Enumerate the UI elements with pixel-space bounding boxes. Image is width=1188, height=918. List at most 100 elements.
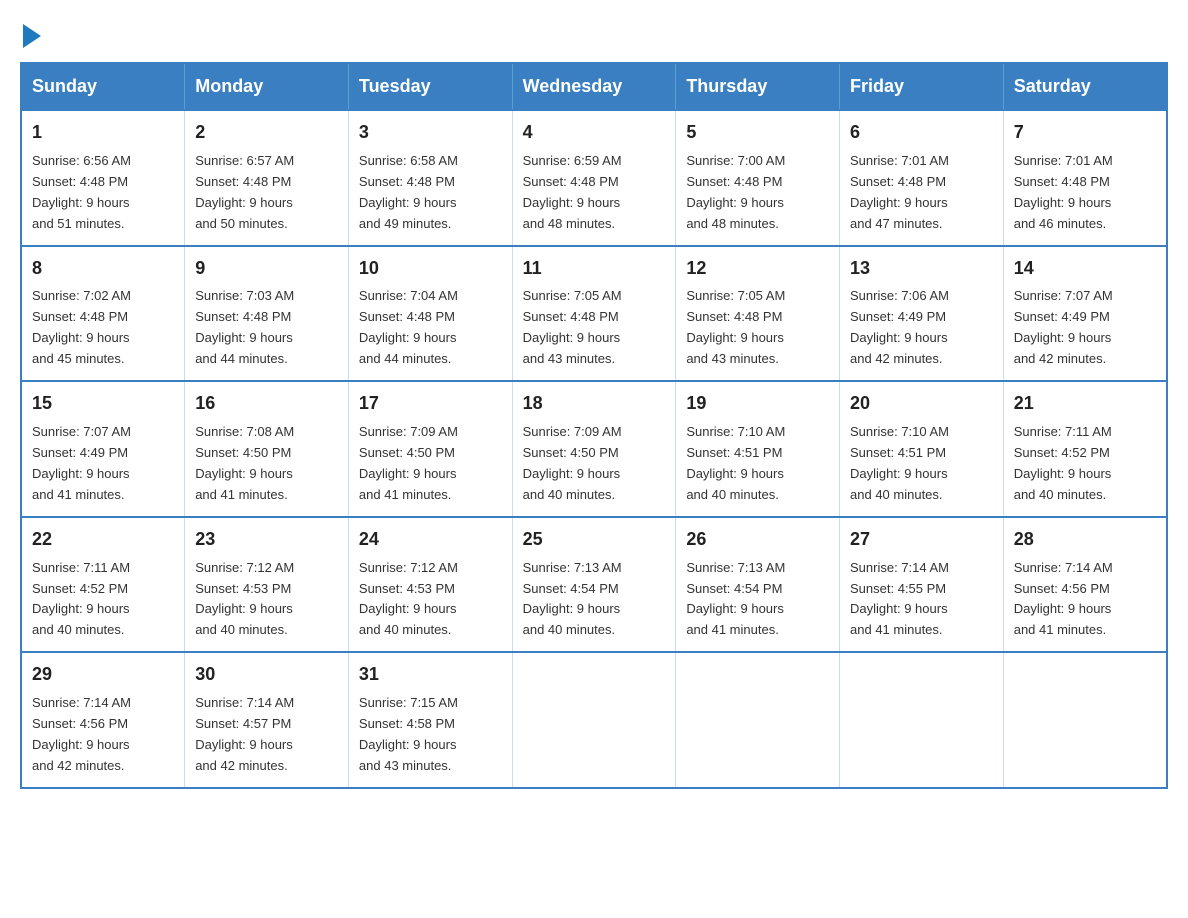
day-number: 16 bbox=[195, 390, 338, 418]
calendar-day-cell: 11Sunrise: 7:05 AMSunset: 4:48 PMDayligh… bbox=[512, 246, 676, 382]
day-info: Sunrise: 7:11 AMSunset: 4:52 PMDaylight:… bbox=[32, 560, 130, 638]
day-info: Sunrise: 7:12 AMSunset: 4:53 PMDaylight:… bbox=[359, 560, 458, 638]
calendar-header-wednesday: Wednesday bbox=[512, 63, 676, 110]
day-info: Sunrise: 7:09 AMSunset: 4:50 PMDaylight:… bbox=[359, 424, 458, 502]
calendar-day-cell: 20 Sunrise: 7:10 AMSunset: 4:51 PMDayligh… bbox=[840, 381, 1004, 517]
logo bbox=[20, 20, 41, 42]
day-number: 14 bbox=[1014, 255, 1156, 283]
calendar-day-cell: 25Sunrise: 7:13 AMSunset: 4:54 PMDayligh… bbox=[512, 517, 676, 653]
calendar-day-cell bbox=[676, 652, 840, 788]
calendar-day-cell: 6 Sunrise: 7:01 AMSunset: 4:48 PMDaylight… bbox=[840, 110, 1004, 246]
day-number: 10 bbox=[359, 255, 502, 283]
calendar-day-cell: 18 Sunrise: 7:09 AMSunset: 4:50 PMDayligh… bbox=[512, 381, 676, 517]
day-number: 5 bbox=[686, 119, 829, 147]
calendar-day-cell: 27 Sunrise: 7:14 AMSunset: 4:55 PMDayligh… bbox=[840, 517, 1004, 653]
day-info: Sunrise: 6:59 AMSunset: 4:48 PMDaylight:… bbox=[523, 153, 622, 231]
day-info: Sunrise: 7:15 AMSunset: 4:58 PMDaylight:… bbox=[359, 695, 458, 773]
day-info: Sunrise: 7:14 AMSunset: 4:56 PMDaylight:… bbox=[1014, 560, 1113, 638]
day-info: Sunrise: 7:09 AMSunset: 4:50 PMDaylight:… bbox=[523, 424, 622, 502]
calendar-day-cell: 17Sunrise: 7:09 AMSunset: 4:50 PMDayligh… bbox=[348, 381, 512, 517]
day-number: 18 bbox=[523, 390, 666, 418]
day-number: 12 bbox=[686, 255, 829, 283]
calendar-header-thursday: Thursday bbox=[676, 63, 840, 110]
calendar-day-cell: 30 Sunrise: 7:14 AMSunset: 4:57 PMDayligh… bbox=[185, 652, 349, 788]
calendar-day-cell bbox=[840, 652, 1004, 788]
day-info: Sunrise: 7:12 AMSunset: 4:53 PMDaylight:… bbox=[195, 560, 294, 638]
day-number: 1 bbox=[32, 119, 174, 147]
calendar-week-row: 22 Sunrise: 7:11 AMSunset: 4:52 PMDayligh… bbox=[21, 517, 1167, 653]
calendar-day-cell: 9 Sunrise: 7:03 AMSunset: 4:48 PMDaylight… bbox=[185, 246, 349, 382]
day-info: Sunrise: 7:14 AMSunset: 4:57 PMDaylight:… bbox=[195, 695, 294, 773]
day-info: Sunrise: 7:08 AMSunset: 4:50 PMDaylight:… bbox=[195, 424, 294, 502]
day-info: Sunrise: 6:58 AMSunset: 4:48 PMDaylight:… bbox=[359, 153, 458, 231]
calendar-day-cell: 21Sunrise: 7:11 AMSunset: 4:52 PMDayligh… bbox=[1003, 381, 1167, 517]
day-info: Sunrise: 7:13 AMSunset: 4:54 PMDaylight:… bbox=[523, 560, 622, 638]
day-info: Sunrise: 7:04 AMSunset: 4:48 PMDaylight:… bbox=[359, 288, 458, 366]
day-number: 6 bbox=[850, 119, 993, 147]
day-number: 29 bbox=[32, 661, 174, 689]
calendar-day-cell: 22 Sunrise: 7:11 AMSunset: 4:52 PMDayligh… bbox=[21, 517, 185, 653]
day-info: Sunrise: 7:14 AMSunset: 4:55 PMDaylight:… bbox=[850, 560, 949, 638]
calendar-day-cell: 13 Sunrise: 7:06 AMSunset: 4:49 PMDayligh… bbox=[840, 246, 1004, 382]
calendar-day-cell: 4 Sunrise: 6:59 AMSunset: 4:48 PMDaylight… bbox=[512, 110, 676, 246]
day-number: 31 bbox=[359, 661, 502, 689]
calendar-week-row: 15 Sunrise: 7:07 AMSunset: 4:49 PMDayligh… bbox=[21, 381, 1167, 517]
calendar-week-row: 1 Sunrise: 6:56 AMSunset: 4:48 PMDaylight… bbox=[21, 110, 1167, 246]
calendar-day-cell: 15 Sunrise: 7:07 AMSunset: 4:49 PMDayligh… bbox=[21, 381, 185, 517]
calendar-header-monday: Monday bbox=[185, 63, 349, 110]
day-info: Sunrise: 7:07 AMSunset: 4:49 PMDaylight:… bbox=[32, 424, 131, 502]
calendar-day-cell: 24 Sunrise: 7:12 AMSunset: 4:53 PMDayligh… bbox=[348, 517, 512, 653]
calendar-header-tuesday: Tuesday bbox=[348, 63, 512, 110]
calendar-week-row: 8 Sunrise: 7:02 AMSunset: 4:48 PMDaylight… bbox=[21, 246, 1167, 382]
day-number: 22 bbox=[32, 526, 174, 554]
day-number: 23 bbox=[195, 526, 338, 554]
day-info: Sunrise: 7:14 AMSunset: 4:56 PMDaylight:… bbox=[32, 695, 131, 773]
day-number: 8 bbox=[32, 255, 174, 283]
day-number: 26 bbox=[686, 526, 829, 554]
day-info: Sunrise: 7:10 AMSunset: 4:51 PMDaylight:… bbox=[850, 424, 949, 502]
day-info: Sunrise: 6:56 AMSunset: 4:48 PMDaylight:… bbox=[32, 153, 131, 231]
calendar-header-row: SundayMondayTuesdayWednesdayThursdayFrid… bbox=[21, 63, 1167, 110]
calendar-day-cell: 14Sunrise: 7:07 AMSunset: 4:49 PMDayligh… bbox=[1003, 246, 1167, 382]
calendar-day-cell bbox=[512, 652, 676, 788]
day-number: 2 bbox=[195, 119, 338, 147]
logo-arrow-icon bbox=[23, 24, 41, 48]
day-info: Sunrise: 7:03 AMSunset: 4:48 PMDaylight:… bbox=[195, 288, 294, 366]
calendar-day-cell: 26Sunrise: 7:13 AMSunset: 4:54 PMDayligh… bbox=[676, 517, 840, 653]
day-info: Sunrise: 7:05 AMSunset: 4:48 PMDaylight:… bbox=[686, 288, 785, 366]
calendar-day-cell: 31 Sunrise: 7:15 AMSunset: 4:58 PMDayligh… bbox=[348, 652, 512, 788]
calendar-day-cell: 2Sunrise: 6:57 AMSunset: 4:48 PMDaylight… bbox=[185, 110, 349, 246]
day-info: Sunrise: 7:11 AMSunset: 4:52 PMDaylight:… bbox=[1014, 424, 1112, 502]
calendar-week-row: 29 Sunrise: 7:14 AMSunset: 4:56 PMDayligh… bbox=[21, 652, 1167, 788]
day-info: Sunrise: 7:00 AMSunset: 4:48 PMDaylight:… bbox=[686, 153, 785, 231]
day-number: 30 bbox=[195, 661, 338, 689]
day-number: 28 bbox=[1014, 526, 1156, 554]
day-number: 3 bbox=[359, 119, 502, 147]
calendar-day-cell: 19Sunrise: 7:10 AMSunset: 4:51 PMDayligh… bbox=[676, 381, 840, 517]
day-info: Sunrise: 7:01 AMSunset: 4:48 PMDaylight:… bbox=[850, 153, 949, 231]
day-number: 9 bbox=[195, 255, 338, 283]
calendar-day-cell: 3 Sunrise: 6:58 AMSunset: 4:48 PMDaylight… bbox=[348, 110, 512, 246]
day-number: 27 bbox=[850, 526, 993, 554]
calendar-day-cell: 29 Sunrise: 7:14 AMSunset: 4:56 PMDayligh… bbox=[21, 652, 185, 788]
day-number: 15 bbox=[32, 390, 174, 418]
day-number: 19 bbox=[686, 390, 829, 418]
calendar-day-cell: 12 Sunrise: 7:05 AMSunset: 4:48 PMDayligh… bbox=[676, 246, 840, 382]
day-info: Sunrise: 7:02 AMSunset: 4:48 PMDaylight:… bbox=[32, 288, 131, 366]
calendar-day-cell bbox=[1003, 652, 1167, 788]
day-number: 24 bbox=[359, 526, 502, 554]
day-number: 11 bbox=[523, 255, 666, 283]
calendar-day-cell: 10 Sunrise: 7:04 AMSunset: 4:48 PMDayligh… bbox=[348, 246, 512, 382]
day-number: 4 bbox=[523, 119, 666, 147]
day-number: 13 bbox=[850, 255, 993, 283]
calendar-day-cell: 16 Sunrise: 7:08 AMSunset: 4:50 PMDayligh… bbox=[185, 381, 349, 517]
calendar-day-cell: 7 Sunrise: 7:01 AMSunset: 4:48 PMDaylight… bbox=[1003, 110, 1167, 246]
calendar-day-cell: 23 Sunrise: 7:12 AMSunset: 4:53 PMDayligh… bbox=[185, 517, 349, 653]
calendar-day-cell: 28 Sunrise: 7:14 AMSunset: 4:56 PMDayligh… bbox=[1003, 517, 1167, 653]
day-number: 7 bbox=[1014, 119, 1156, 147]
calendar-header-friday: Friday bbox=[840, 63, 1004, 110]
day-info: Sunrise: 7:01 AMSunset: 4:48 PMDaylight:… bbox=[1014, 153, 1113, 231]
day-number: 20 bbox=[850, 390, 993, 418]
calendar-table: SundayMondayTuesdayWednesdayThursdayFrid… bbox=[20, 62, 1168, 789]
day-info: Sunrise: 7:06 AMSunset: 4:49 PMDaylight:… bbox=[850, 288, 949, 366]
